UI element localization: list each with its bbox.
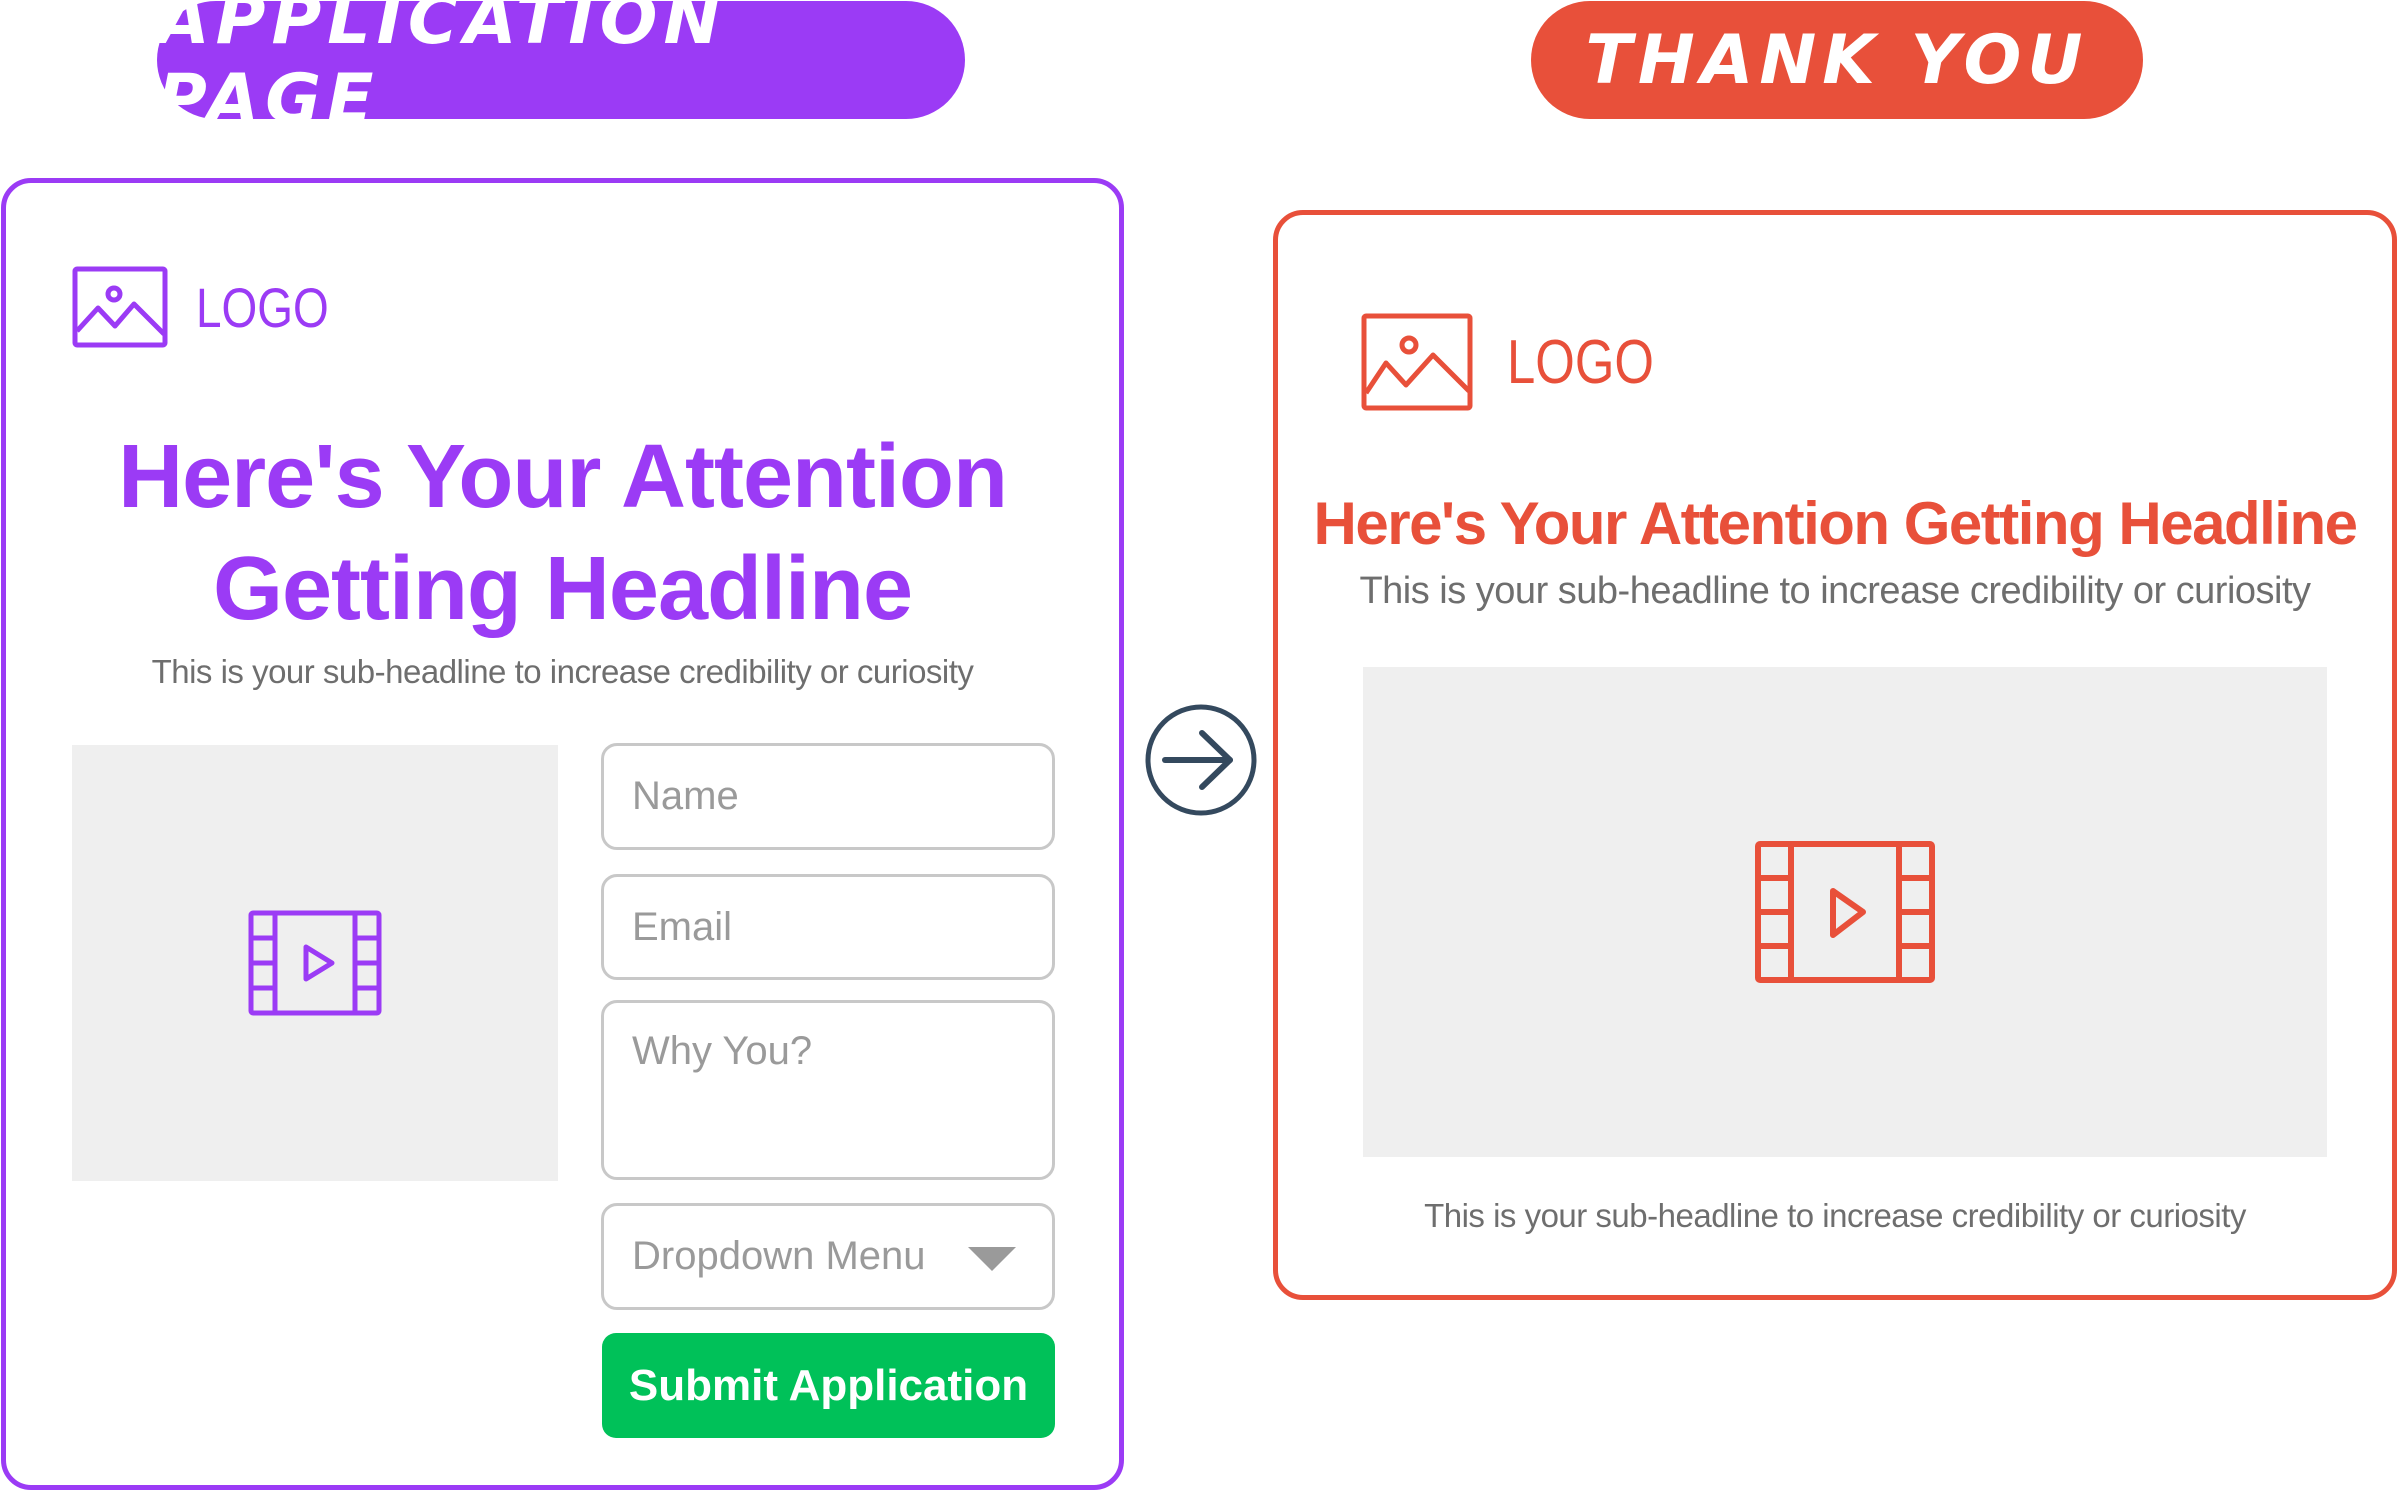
application-page-label: APPLICATION PAGE (157, 0, 965, 139)
email-field[interactable]: Email (601, 874, 1055, 980)
logo: LOGO (72, 266, 358, 348)
video-film-icon (248, 910, 382, 1016)
submit-label: Submit Application (628, 1360, 1029, 1410)
application-page-label-text: APPLICATION PAGE (157, 0, 727, 139)
logo-text: LOGO (1507, 327, 1654, 397)
chevron-down-icon (968, 1246, 1016, 1271)
why-you-placeholder: Why You? (632, 1029, 813, 1073)
page-headline: Here's Your Attention Getting Headline (6, 421, 1119, 645)
dropdown-value: Dropdown Menu (632, 1234, 926, 1278)
video-film-icon (1755, 841, 1935, 983)
thank-you-label: THANK YOU (1531, 1, 2143, 119)
logo: LOGO (1361, 313, 1686, 411)
thank-you-label-text: THANK YOU (1585, 20, 2089, 100)
sub-headline-bottom: This is your sub-headline to increase cr… (1424, 1197, 2246, 1234)
email-placeholder: Email (632, 904, 733, 949)
headline-line-1: Here's Your Attention (118, 427, 1008, 527)
name-field[interactable]: Name (601, 743, 1055, 850)
submit-application-button[interactable]: Submit Application (602, 1333, 1055, 1438)
logo-text: LOGO (196, 275, 329, 339)
video-placeholder[interactable] (1363, 667, 2327, 1157)
dropdown-select[interactable]: Dropdown Menu (601, 1203, 1055, 1310)
image-icon (72, 266, 168, 348)
headline-line-2: Getting Headline (212, 539, 913, 639)
why-you-textarea[interactable]: Why You? (601, 1000, 1055, 1180)
sub-headline: This is your sub-headline to increase cr… (151, 653, 974, 690)
sub-headline-top: This is your sub-headline to increase cr… (1359, 570, 2311, 612)
image-icon (1361, 313, 1473, 411)
video-placeholder[interactable] (72, 745, 558, 1181)
page-headline: Here's Your Attention Getting Headline (1313, 490, 2358, 557)
name-placeholder: Name (632, 774, 739, 818)
arrow-right-circle-icon (1145, 704, 1257, 816)
thank-you-page-mockup: LOGO Here's Your Attention Getting Headl… (1273, 210, 2397, 1300)
